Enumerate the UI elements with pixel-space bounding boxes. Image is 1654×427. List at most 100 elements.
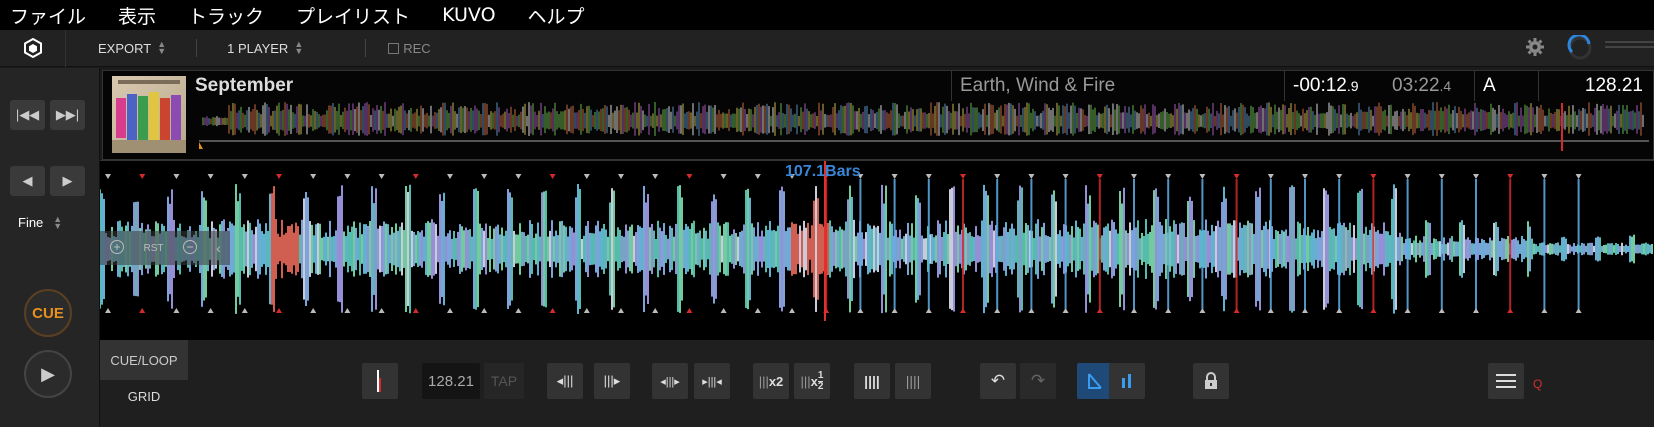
menu-help[interactable]: ヘルプ — [528, 2, 585, 29]
grid-double-button[interactable]: ||| x2 — [753, 363, 789, 399]
grid-shift-left-icon: ◂||| — [556, 373, 574, 388]
arrow-right-icon: ▶ — [62, 173, 73, 188]
overview-waveform[interactable] — [199, 101, 1649, 157]
play-icon: ▶ — [41, 363, 55, 384]
grid-insert-button[interactable]: |||| — [854, 363, 890, 399]
menu-track[interactable]: トラック — [188, 2, 264, 29]
track-title: September — [195, 75, 294, 96]
remaining-time-fraction: .9 — [1346, 78, 1359, 94]
grid-expand-button[interactable]: ◂|||▸ — [652, 363, 688, 399]
grid-shrink-button[interactable]: ▸|||◂ — [694, 363, 730, 399]
elapsed-time-main: 03:22 — [1392, 75, 1440, 96]
tap-button[interactable]: TAP — [484, 363, 524, 399]
grid-delete-icon: |||| — [905, 373, 921, 389]
hamburger-menu-icon — [1496, 374, 1516, 388]
collapse-chevron-icon[interactable]: ‹ — [216, 240, 221, 256]
nudge-step-label: Fine — [18, 215, 44, 230]
settings-gear-icon[interactable] — [1525, 37, 1545, 62]
updown-arrows-icon: ▲ ▼ — [53, 213, 63, 231]
zoom-out-icon[interactable] — [182, 239, 198, 258]
menu-file[interactable]: ファイル — [10, 2, 86, 29]
grid-double-icon: ||| — [758, 373, 769, 389]
skip-back-icon: |◀◀ — [15, 107, 40, 122]
grid-anchor-button[interactable] — [362, 363, 398, 399]
menu-view[interactable]: 表示 — [118, 2, 156, 29]
undo-icon: ↶ — [990, 371, 1006, 390]
grid-half-icon: ||| — [800, 373, 811, 389]
grid-half-fraction: 1 2 — [817, 369, 824, 392]
remaining-time: -00:12.9 — [1284, 71, 1384, 101]
grid-snap-toggle[interactable] — [1077, 363, 1113, 399]
elapsed-time: 03:22.4 — [1384, 71, 1474, 101]
zoom-waveform[interactable] — [99, 161, 1654, 341]
next-track-button[interactable]: ▶▶| — [50, 100, 85, 130]
album-art — [112, 76, 186, 153]
track-header: September Earth, Wind & Fire -00:12.9 03… — [102, 70, 1654, 160]
export-mode-selector[interactable]: EXPORT ▲ ▼ — [98, 39, 167, 56]
left-control-panel: |◀◀ ▶▶| ◀ ▶ Fine ▲ ▼ CUE ▶ — [0, 68, 100, 427]
quantize-indicator[interactable]: Q — [1533, 377, 1542, 391]
menu-button[interactable] — [1488, 363, 1524, 399]
redo-icon: ↷ — [1030, 371, 1046, 390]
track-bpm: 128.21 — [1538, 71, 1654, 101]
elapsed-time-fraction: .4 — [1439, 78, 1452, 94]
grid-insert-icon: |||| — [864, 373, 880, 389]
bar-position-label: 107.1Bars — [785, 163, 861, 180]
arrow-left-icon: ◀ — [22, 173, 33, 188]
track-artist: Earth, Wind & Fire — [951, 71, 1284, 101]
zoom-in-icon[interactable] — [109, 239, 125, 258]
grid-shrink-icon: ▸|||◂ — [702, 375, 722, 388]
toolbar-divider — [365, 39, 367, 57]
grid-shift-right-icon: |||▸ — [603, 373, 621, 388]
master-level-knob-icon[interactable] — [1567, 33, 1593, 66]
toolbar-divider — [196, 39, 198, 57]
skip-forward-icon: ▶▶| — [55, 107, 80, 122]
lock-icon — [1205, 372, 1217, 389]
play-button[interactable]: ▶ — [24, 350, 72, 398]
grid-anchor-icon — [377, 370, 381, 392]
export-mode-label: EXPORT — [98, 40, 152, 56]
updown-arrows-icon: ▲ ▼ — [294, 39, 304, 56]
nudge-step-selector[interactable]: Fine ▲ ▼ — [18, 213, 63, 231]
grid-bpm-field[interactable]: 128.21 — [422, 363, 480, 399]
grid-half-x-label: x — [810, 373, 818, 389]
beat-countdown-icon — [1122, 374, 1131, 388]
redo-button[interactable]: ↷ — [1020, 363, 1056, 399]
grid-double-label: x2 — [768, 373, 784, 389]
zoom-controls: RST ‹ — [100, 231, 230, 265]
grid-shift-right-button[interactable]: |||▸ — [594, 363, 630, 399]
menu-playlist[interactable]: プレイリスト — [296, 2, 410, 29]
previous-track-button[interactable]: |◀◀ — [10, 100, 45, 130]
nudge-back-button[interactable]: ◀ — [10, 166, 45, 196]
grid-edit-bar: CUE/LOOP GRID 128.21 TAP ◂||| |||▸ ◂|||▸… — [100, 340, 1654, 427]
grid-half-button[interactable]: ||| x 1 2 — [794, 363, 830, 399]
updown-arrows-icon: ▲ ▼ — [157, 39, 167, 56]
player-count-label: 1 PLAYER — [227, 40, 289, 56]
zoom-reset-button[interactable]: RST — [143, 243, 163, 254]
tab-grid[interactable]: GRID — [100, 380, 188, 412]
grid-expand-icon: ◂|||▸ — [660, 375, 680, 388]
menu-kuvo[interactable]: KUVO — [442, 4, 495, 26]
cue-label: CUE — [32, 304, 64, 322]
rec-checkbox[interactable] — [388, 42, 400, 54]
zoom-waveform-panel[interactable]: 107.1Bars RST ‹ — [99, 160, 1654, 341]
grid-lock-button[interactable] — [1193, 363, 1229, 399]
player-count-selector[interactable]: 1 PLAYER ▲ ▼ — [227, 39, 304, 56]
grid-shift-left-button[interactable]: ◂||| — [547, 363, 583, 399]
grid-half-numerator: 1 — [817, 369, 824, 382]
nudge-forward-button[interactable]: ▶ — [50, 166, 85, 196]
undo-button[interactable]: ↶ — [980, 363, 1016, 399]
toolbar: EXPORT ▲ ▼ 1 PLAYER ▲ ▼ REC — [0, 29, 1654, 67]
rec-toggle[interactable]: REC — [388, 41, 431, 56]
cue-button[interactable]: CUE — [24, 289, 72, 337]
track-key: A — [1474, 71, 1538, 101]
menu-bar: ファイル 表示 トラック プレイリスト KUVO ヘルプ — [0, 0, 1654, 30]
master-level-slider[interactable] — [1605, 41, 1654, 53]
grid-delete-button[interactable]: |||| — [895, 363, 931, 399]
remaining-time-main: -00:12 — [1293, 75, 1347, 96]
grid-snap-icon — [1088, 373, 1102, 389]
rekordbox-logo-icon[interactable] — [0, 29, 66, 67]
beat-countdown-toggle[interactable] — [1109, 363, 1145, 399]
cue-point-marker — [199, 142, 203, 149]
tab-cue-loop[interactable]: CUE/LOOP — [100, 340, 188, 380]
